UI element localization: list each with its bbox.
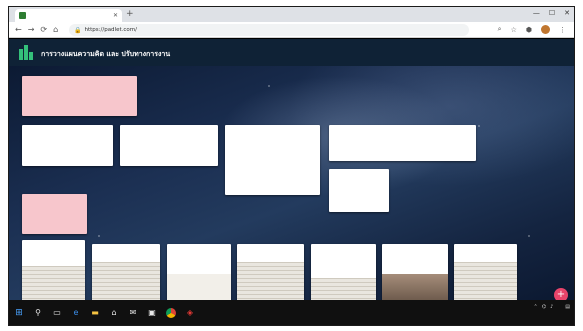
menu-icon[interactable]: ⋮ [559,26,566,34]
close-window-icon[interactable]: ✕ [564,9,570,17]
padlet-header: การวางแผนความคิด และ ปรับทางการงาน [9,39,574,66]
post-card[interactable] [167,244,231,302]
lock-icon: 🔒 [74,26,82,34]
padlet-favicon-icon [19,12,26,19]
windows-taskbar: ⊞ ⚲ ▭ e ▬ ⌂ ✉ ▣ ◈ ⌃ ⌬ ♪ ▤ [9,300,574,325]
post-card[interactable] [311,244,376,302]
post-thumbnail [167,274,231,302]
extension-icon[interactable]: ⬢ [526,26,532,34]
url-field[interactable]: 🔒 https://padlet.com/ [69,24,469,36]
browser-toolbar-right: ⌕ ☆ ⬢ ⋮ [498,25,566,34]
volume-icon[interactable]: ♪ [550,304,553,310]
address-bar: ← → ⟳ ⌂ 🔒 https://padlet.com/ ⌕ ☆ ⬢ ⋮ [9,22,574,38]
post-card[interactable] [22,125,113,166]
url-text: https://padlet.com/ [84,27,137,33]
zoom-icon[interactable]: ⌕ [498,25,502,34]
window-controls: — ☐ ✕ [533,9,570,17]
network-icon[interactable]: ⌬ [542,304,546,310]
star-icon[interactable]: ☆ [511,26,517,34]
windows-icon[interactable]: ⊞ [14,308,24,318]
post-card[interactable] [22,240,85,302]
nav-buttons: ← → ⟳ ⌂ [15,25,58,34]
post-card[interactable] [329,169,389,212]
store-icon[interactable]: ⌂ [109,308,119,317]
new-tab-button[interactable]: + [126,10,134,19]
padlet-logo-icon [19,45,34,60]
browser-tab[interactable]: ✕ [15,9,122,22]
mail-icon[interactable]: ✉ [128,308,138,317]
notifications-icon[interactable]: ▤ [565,304,570,310]
close-tab-icon[interactable]: ✕ [113,12,118,19]
padlet-board [9,66,574,302]
post-card[interactable] [120,125,218,166]
post-card[interactable] [382,244,448,302]
acrobat-icon[interactable]: ◈ [185,308,195,317]
maximize-icon[interactable]: ☐ [549,9,555,17]
post-card[interactable] [22,76,137,116]
chrome-icon[interactable] [166,307,176,318]
screen: ✕ + — ☐ ✕ ← → ⟳ ⌂ 🔒 https://padlet.com/ … [8,6,575,326]
post-thumbnail [382,274,448,302]
system-tray: ⌃ ⌬ ♪ ▤ [533,304,570,310]
back-icon[interactable]: ← [15,25,22,34]
post-thumbnail [92,262,160,302]
up-arrow-icon[interactable]: ⌃ [533,304,537,310]
photos-icon[interactable]: ▣ [147,308,157,317]
browser-tab-bar: ✕ + — ☐ ✕ [9,7,574,22]
post-card[interactable] [225,125,320,195]
post-card[interactable] [329,125,476,161]
reload-icon[interactable]: ⟳ [40,25,47,34]
post-card[interactable] [237,244,304,302]
post-thumbnail [237,262,304,302]
add-icon: + [556,289,566,300]
forward-icon[interactable]: → [28,25,35,34]
post-card[interactable] [22,194,87,234]
padlet-title: การวางแผนความคิด และ ปรับทางการงาน [41,50,171,58]
post-thumbnail [454,262,517,302]
home-icon[interactable]: ⌂ [53,25,58,34]
avatar[interactable] [541,25,550,34]
post-thumbnail [22,266,85,302]
post-thumbnail [311,278,376,302]
post-card[interactable] [454,244,517,302]
post-card[interactable] [92,244,160,302]
minimize-icon[interactable]: — [533,9,540,17]
edge-icon[interactable]: e [71,308,81,317]
file-explorer-icon[interactable]: ▬ [90,308,100,317]
search-icon[interactable]: ⚲ [33,308,43,317]
task-view-icon[interactable]: ▭ [52,308,62,317]
